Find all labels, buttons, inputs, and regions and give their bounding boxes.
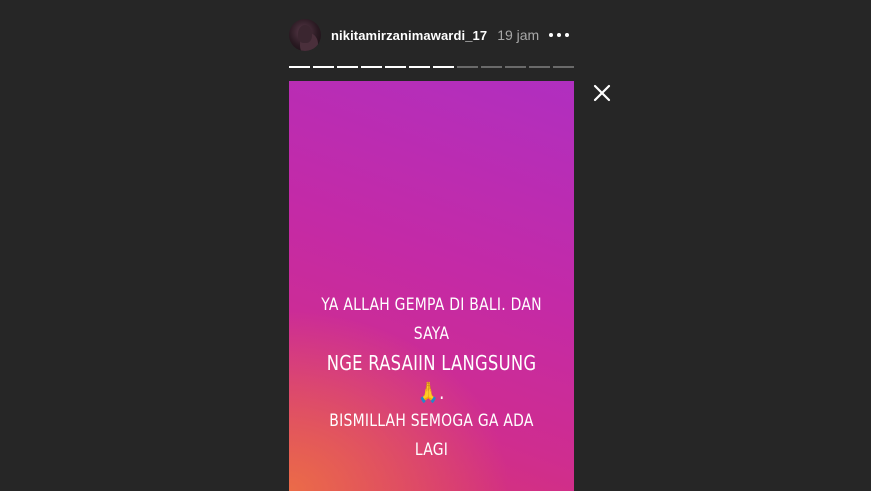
progress-segment[interactable] — [505, 66, 526, 68]
progress-segment[interactable] — [553, 66, 574, 68]
username[interactable]: nikitamirzanimawardi_17 — [331, 28, 487, 43]
story-timestamp: 19 jam — [497, 27, 540, 43]
avatar[interactable] — [289, 19, 321, 51]
story-header: nikitamirzanimawardi_17 19 jam — [289, 18, 570, 52]
dot — [549, 33, 554, 37]
progress-segment[interactable] — [457, 66, 478, 68]
close-icon[interactable] — [591, 82, 613, 104]
story-text-line-1: YA ALLAH GEMPA DI BALI. DAN SAYA — [321, 295, 542, 344]
ellipsis-icon[interactable] — [549, 29, 570, 41]
story-text: YA ALLAH GEMPA DI BALI. DAN SAYA NGE RAS… — [315, 291, 549, 465]
progress-segment[interactable] — [409, 66, 430, 68]
progress-segment[interactable] — [385, 66, 406, 68]
story-text-line-2: NGE RASAIIN LANGSUNG 🙏. — [326, 351, 537, 404]
progress-segment[interactable] — [337, 66, 358, 68]
dot — [565, 33, 570, 37]
progress-segment[interactable] — [481, 66, 502, 68]
dot — [557, 33, 562, 37]
story-progress-bar — [289, 66, 574, 68]
progress-segment[interactable] — [289, 66, 310, 68]
progress-segment[interactable] — [433, 66, 454, 68]
progress-segment[interactable] — [529, 66, 550, 68]
progress-segment[interactable] — [361, 66, 382, 68]
progress-segment[interactable] — [313, 66, 334, 68]
story-viewer: nikitamirzanimawardi_17 19 jam YA ALLAH … — [0, 0, 871, 491]
story-text-line-3: BISMILLAH SEMOGA GA ADA LAGI — [329, 411, 534, 460]
story-content[interactable]: YA ALLAH GEMPA DI BALI. DAN SAYA NGE RAS… — [289, 81, 574, 491]
